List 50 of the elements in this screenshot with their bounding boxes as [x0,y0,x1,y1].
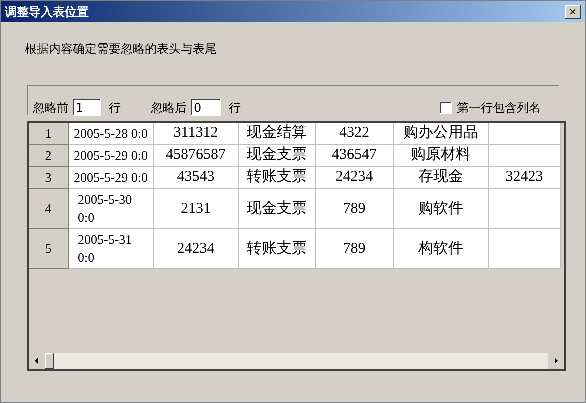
table-cell: 24234 [154,229,239,269]
row-header[interactable]: 1 [29,123,69,145]
row-header[interactable]: 2 [29,145,69,167]
table-cell: 2005-5-28 0:0 [69,123,154,145]
skip-before-unit: 行 [109,100,121,116]
table-cell [489,189,561,229]
scrollbar-thumb[interactable] [45,353,54,369]
table-cell: 24234 [316,167,394,189]
table-cell: 436547 [316,145,394,167]
table-cell: 转账支票 [239,229,316,269]
skip-after-field[interactable]: 0 [191,99,221,116]
table-cell: 转账支票 [239,167,316,189]
table-cell: 购原材料 [394,145,489,167]
table-cell: 789 [316,189,394,229]
table-cell: 45876587 [154,145,239,167]
header-row-label: 第一行包含列名 [457,100,541,116]
horizontal-scrollbar[interactable] [29,353,564,369]
table-cell: 购办公用品 [394,123,489,145]
skip-before-label: 忽略前 [33,100,69,116]
row-header[interactable]: 3 [29,167,69,189]
table-cell: 现金支票 [239,189,316,229]
table-cell: 32423 [489,167,561,189]
table-cell [489,145,561,167]
table-cell: 311312 [154,123,239,145]
scroll-right-icon[interactable] [548,353,564,369]
table-cell [489,123,561,145]
table-cell: 4322 [316,123,394,145]
table-cell: 2005-5-29 0:0 [69,145,154,167]
header-row-checkbox[interactable] [440,102,452,114]
skip-after-label: 忽略后 [151,100,187,116]
row-header[interactable]: 5 [29,229,69,269]
skip-before-field[interactable]: 1 [73,99,101,116]
table-cell: 现金支票 [239,145,316,167]
table-cell: 2005-5-31 0:0 [69,229,154,269]
table-cell [489,229,561,269]
skip-after-unit: 行 [229,100,241,116]
table-cell: 2131 [154,189,239,229]
table-cell: 构软件 [394,229,489,269]
close-button[interactable]: × [565,4,581,18]
table-cell: 43543 [154,167,239,189]
table-cell: 2005-5-30 0:0 [69,189,154,229]
table-cell: 2005-5-29 0:0 [69,167,154,189]
window-title: 调整导入表位置 [5,4,89,20]
table-cell: 购软件 [394,189,489,229]
table-cell: 现金结算 [239,123,316,145]
scroll-left-icon[interactable] [29,353,45,369]
instruction-text: 根据内容确定需要忽略的表头与表尾 [24,41,218,58]
table-cell: 789 [316,229,394,269]
row-header[interactable]: 4 [29,189,69,229]
table-cell: 存现金 [394,167,489,189]
